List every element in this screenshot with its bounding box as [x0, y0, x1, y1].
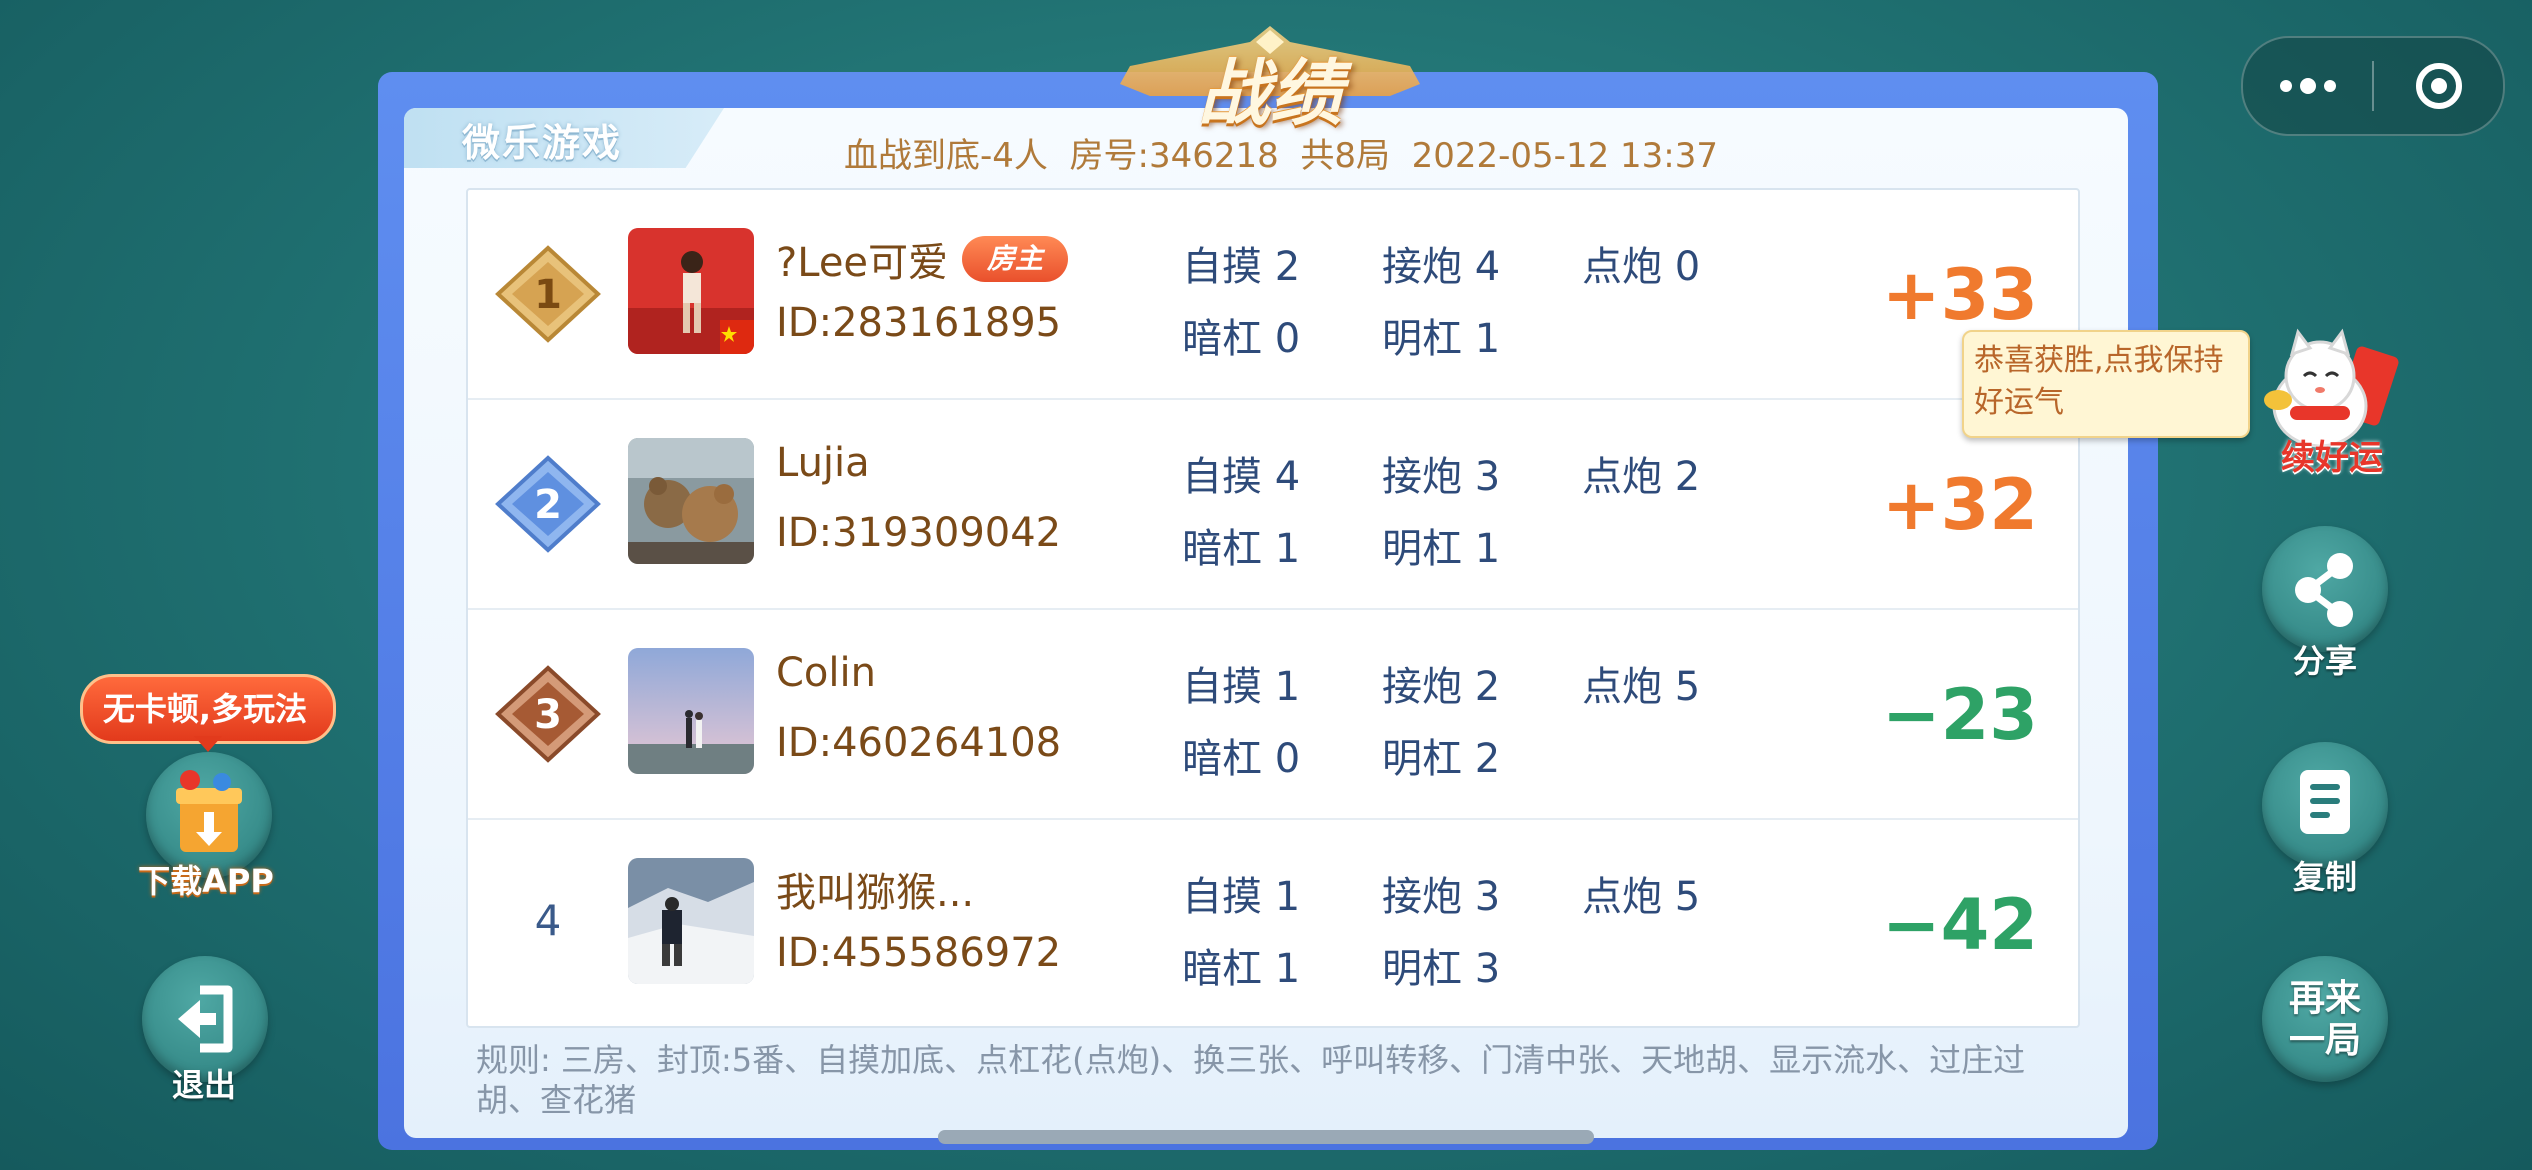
page-title: 战绩 — [1197, 51, 1342, 135]
more-dots-icon — [2279, 78, 2336, 94]
stat-zimo: 自摸 2 — [1182, 244, 1301, 290]
player-name: Lujia — [776, 440, 870, 486]
tooltip-text: 恭喜获胜,点我保持好运气 — [1974, 343, 2224, 420]
stat-angang: 暗杠 1 — [1182, 946, 1301, 992]
stat-angang: 暗杠 1 — [1182, 526, 1301, 572]
share-button[interactable] — [2262, 526, 2388, 652]
player-row: 4 我叫猕猴... ID:455586972 自摸 1 接炮 3 点炮 5 暗杠… — [468, 820, 2078, 1028]
exit-label: 退出 — [171, 1066, 236, 1104]
player-name: Colin — [776, 650, 876, 696]
download-app-label: 下载APP — [138, 862, 274, 900]
player-row: 1 ?Lee可爱 房主 ID:283161895 自摸 2 接炮 4 点炮 0 … — [468, 190, 2078, 400]
stat-zimo: 自摸 4 — [1182, 454, 1301, 500]
play-again-label: 再来一局 — [2288, 978, 2361, 1061]
stat-dianpao: 点炮 5 — [1582, 874, 1701, 920]
stat-dianpao: 点炮 2 — [1582, 454, 1701, 500]
results-table: 1 ?Lee可爱 房主 ID:283161895 自摸 2 接炮 4 点炮 0 … — [466, 188, 2080, 1028]
lucky-label: 续好运 — [2281, 438, 2383, 478]
stat-angang: 暗杠 0 — [1182, 736, 1301, 782]
stat-zimo: 自摸 1 — [1182, 664, 1301, 710]
avatar — [628, 648, 754, 774]
rank-1-badge-icon: 1 — [495, 245, 601, 343]
player-row: 2 Lujia ID:319309042 自摸 4 接炮 3 点炮 2 暗杠 1… — [468, 400, 2078, 610]
avatar — [628, 438, 754, 564]
rank-number: 4 — [534, 896, 562, 945]
share-label: 分享 — [2292, 642, 2357, 680]
mini-program-capsule — [2241, 36, 2505, 136]
close-miniprogram-button[interactable] — [2374, 38, 2503, 134]
copy-label: 复制 — [2292, 858, 2357, 896]
target-close-icon — [2415, 63, 2462, 109]
stat-jiepao: 接炮 3 — [1382, 874, 1501, 920]
player-id: ID:319309042 — [776, 510, 1062, 556]
stat-dianpao: 点炮 5 — [1582, 664, 1701, 710]
promo-text: 无卡顿,多玩法 — [102, 690, 308, 728]
stat-minggang: 明杠 1 — [1382, 316, 1501, 362]
stat-dianpao: 点炮 0 — [1582, 244, 1701, 290]
player-name: 我叫猕猴... — [776, 870, 975, 916]
more-menu-button[interactable] — [2243, 38, 2372, 134]
avatar — [628, 858, 754, 984]
game-info: 血战到底-4人 房号:346218 共8局 2022-05-12 13:37 — [844, 136, 1719, 176]
host-badge: 房主 — [962, 236, 1068, 282]
stat-minggang: 明杠 2 — [1382, 736, 1501, 782]
promo-bubble-tail — [194, 736, 222, 752]
player-name: ?Lee可爱 — [776, 240, 949, 286]
home-indicator — [938, 1130, 1594, 1144]
player-score: +33 — [1881, 254, 2038, 336]
player-row: 3 Colin ID:460264108 自摸 1 接炮 2 点炮 5 暗杠 0… — [468, 610, 2078, 820]
rank-number: 1 — [534, 272, 562, 318]
avatar — [628, 228, 754, 354]
stat-jiepao: 接炮 2 — [1382, 664, 1501, 710]
player-score: −42 — [1881, 884, 2038, 966]
player-id: ID:455586972 — [776, 930, 1062, 976]
stat-zimo: 自摸 1 — [1182, 874, 1301, 920]
player-score: −23 — [1881, 674, 2038, 756]
copy-button[interactable] — [2262, 742, 2388, 868]
rules-text: 规则: 三房、封顶:5番、自摸加底、点杠花(点炮)、换三张、呼叫转移、门清中张、… — [476, 1041, 2026, 1119]
player-score: +32 — [1881, 464, 2038, 546]
stat-jiepao: 接炮 3 — [1382, 454, 1501, 500]
player-id: ID:283161895 — [776, 300, 1062, 346]
rank-number: 2 — [534, 482, 562, 528]
rank-3-badge-icon: 3 — [495, 665, 601, 763]
stat-minggang: 明杠 1 — [1382, 526, 1501, 572]
document-copy-icon — [2300, 770, 2350, 834]
brand-name: 微乐游戏 — [462, 121, 623, 165]
stat-minggang: 明杠 3 — [1382, 946, 1501, 992]
rank-2-badge-icon: 2 — [495, 455, 601, 553]
rank-number: 3 — [534, 692, 562, 738]
share-icon — [2295, 553, 2353, 627]
stat-jiepao: 接炮 4 — [1382, 244, 1501, 290]
stat-angang: 暗杠 0 — [1182, 316, 1301, 362]
player-id: ID:460264108 — [776, 720, 1062, 766]
